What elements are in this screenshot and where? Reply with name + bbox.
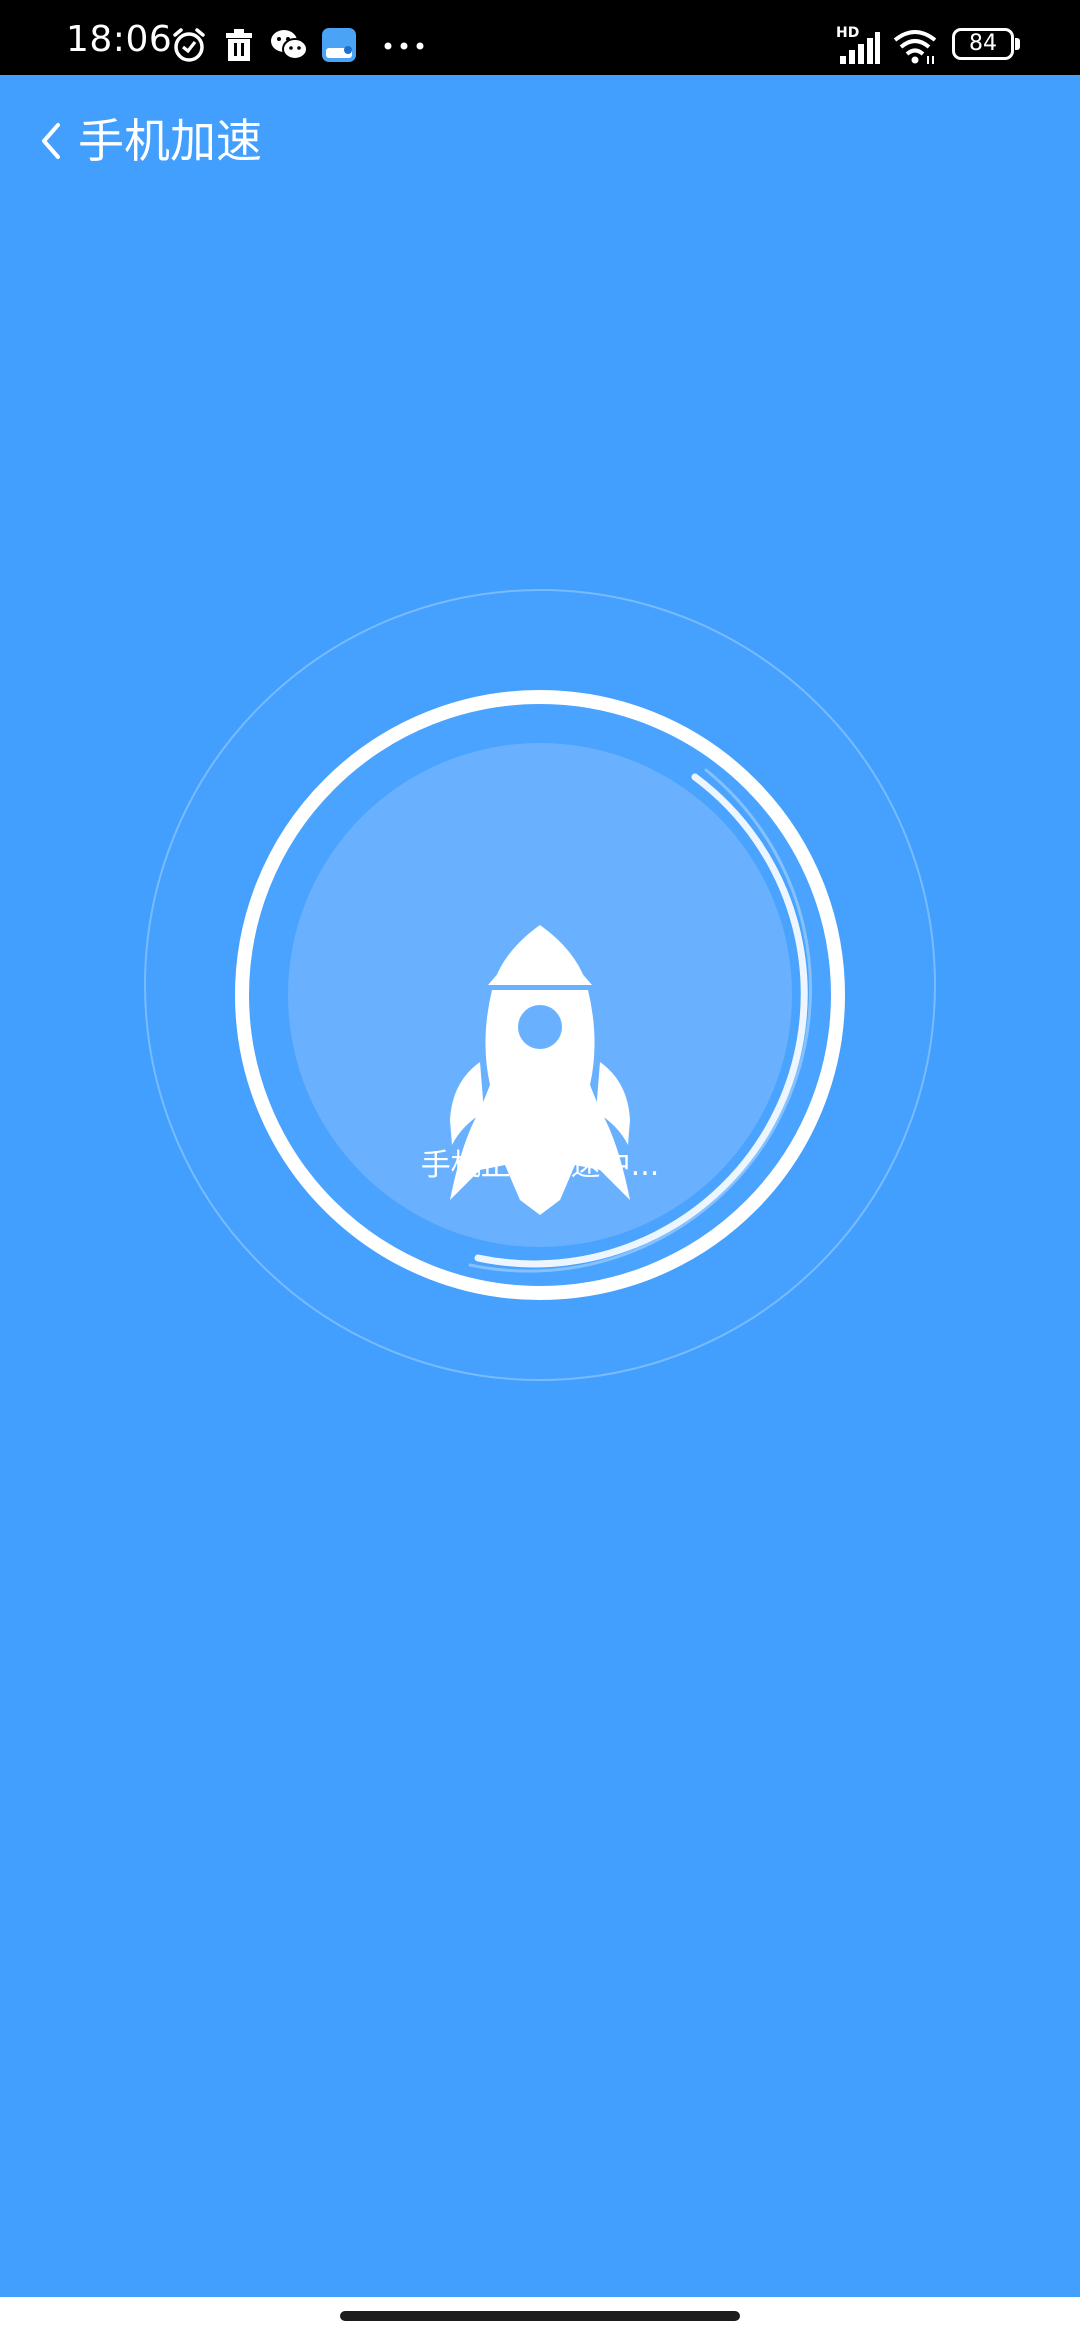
bottom-navigation-bar <box>0 2297 1080 2340</box>
home-indicator[interactable] <box>340 2311 740 2321</box>
acceleration-status-text: 手机正在加速中... <box>420 1148 660 1183</box>
rocket-window <box>518 1005 562 1049</box>
